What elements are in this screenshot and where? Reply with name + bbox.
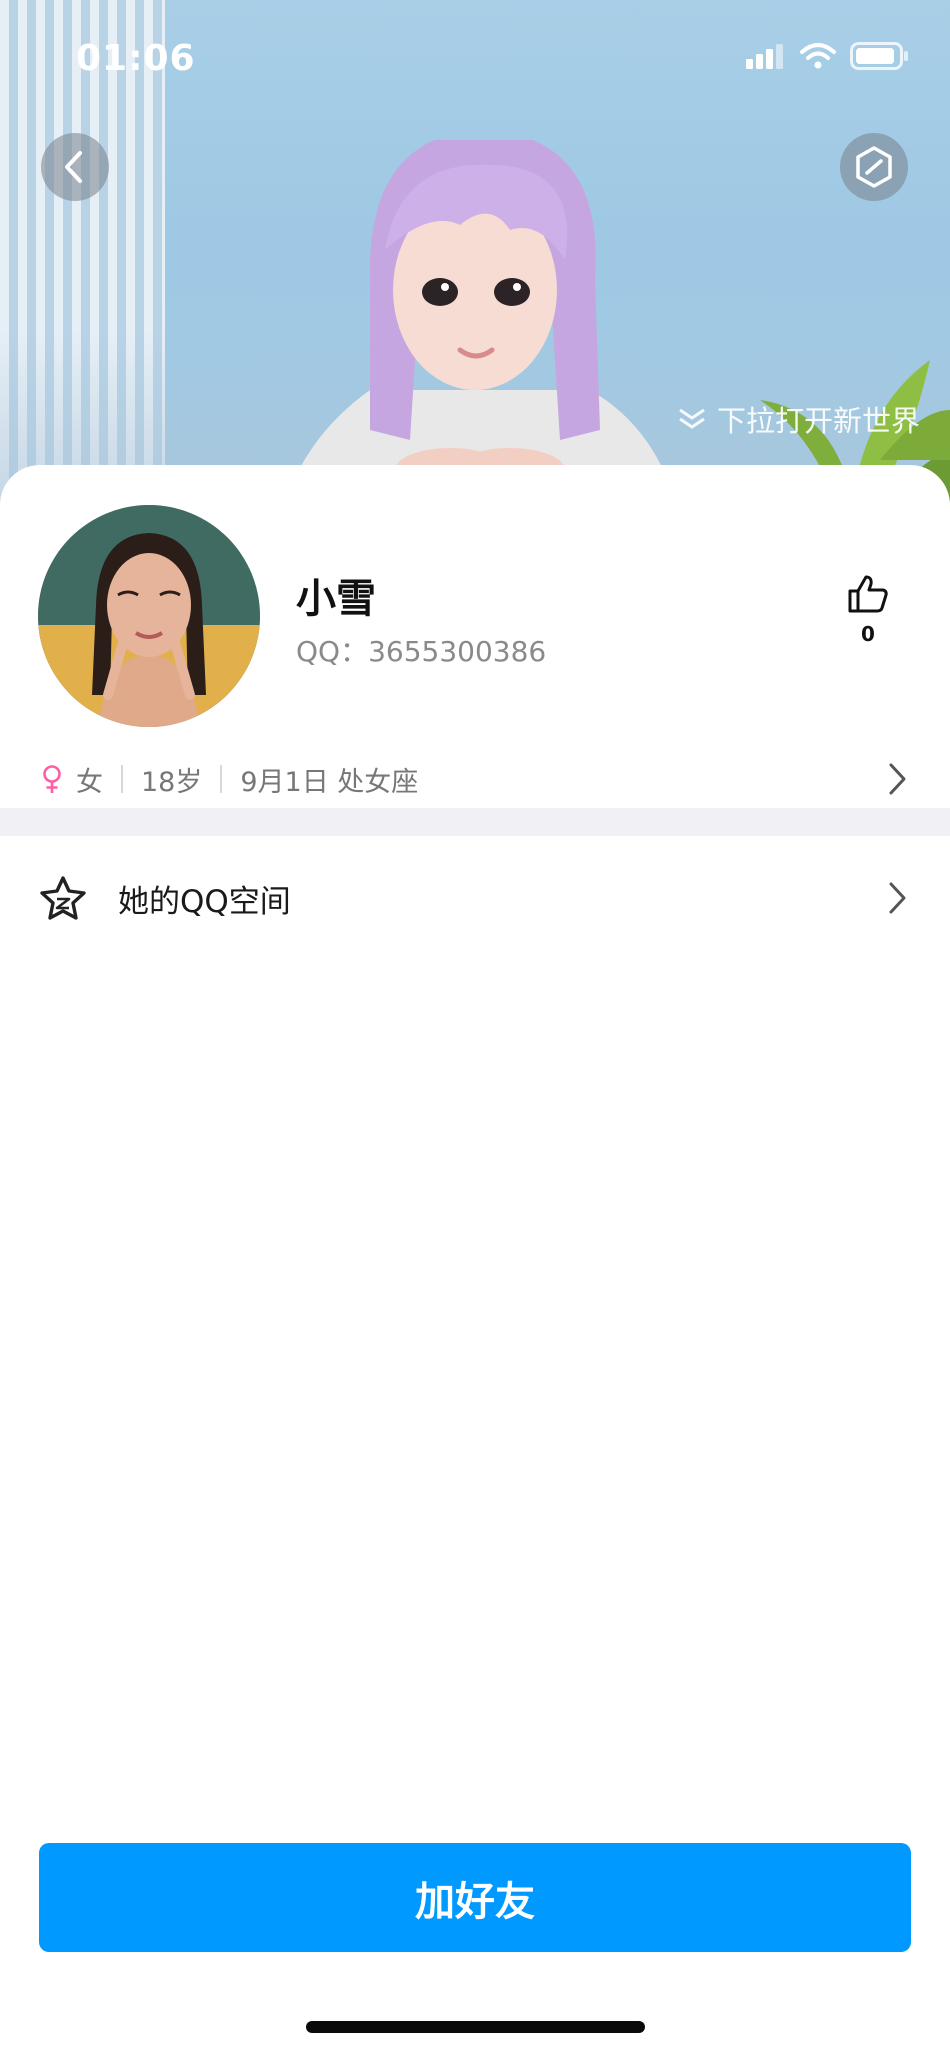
- birthday-text: 9月1日 处女座: [240, 766, 419, 798]
- hexagon-icon: [856, 146, 892, 188]
- basic-info-row[interactable]: 女 18岁 9月1日 处女座: [40, 756, 910, 802]
- battery-icon: [850, 42, 908, 70]
- qq-number: 3655300386: [368, 635, 547, 668]
- back-button[interactable]: [41, 133, 109, 201]
- female-icon: [43, 765, 61, 793]
- separator: [121, 765, 123, 793]
- qq-label: QQ：: [296, 635, 369, 668]
- chevron-right-icon: [889, 882, 906, 914]
- pull-down-hint-text: 下拉打开新世界: [716, 404, 920, 438]
- like-count: 0: [861, 622, 875, 646]
- status-time: 01:06: [76, 38, 196, 79]
- section-divider: [0, 808, 950, 836]
- profile-cover[interactable]: 01:06 下拉打开新世界: [0, 0, 950, 520]
- wifi-icon: [800, 43, 836, 69]
- pull-down-hint: 下拉打开新世界: [677, 398, 920, 440]
- qq-number-row: QQ：3655300386: [296, 630, 546, 670]
- double-chevron-down-icon: [679, 408, 705, 429]
- signal-icon: [746, 44, 783, 69]
- add-friend-button[interactable]: 加好友: [39, 1843, 911, 1952]
- qzone-entry[interactable]: 她的QQ空间: [0, 838, 950, 958]
- star-qzone-icon: [40, 876, 86, 920]
- like-button[interactable]: 0: [840, 574, 896, 646]
- gender-text: 女: [76, 766, 103, 798]
- profile-name: 小雪: [296, 576, 376, 622]
- thumbs-up-icon: [848, 575, 888, 613]
- avatar-photo: [38, 505, 260, 727]
- chevron-left-icon: [65, 151, 82, 183]
- qzone-label: 她的QQ空间: [118, 883, 291, 920]
- home-indicator: [306, 2021, 645, 2033]
- status-icons: [746, 42, 910, 70]
- separator: [220, 765, 223, 793]
- zplan-avatar-image: [270, 140, 690, 520]
- zplan-button[interactable]: [840, 133, 908, 201]
- age-text: 18岁: [141, 766, 203, 798]
- chevron-right-icon: [889, 763, 906, 795]
- avatar[interactable]: [38, 505, 260, 727]
